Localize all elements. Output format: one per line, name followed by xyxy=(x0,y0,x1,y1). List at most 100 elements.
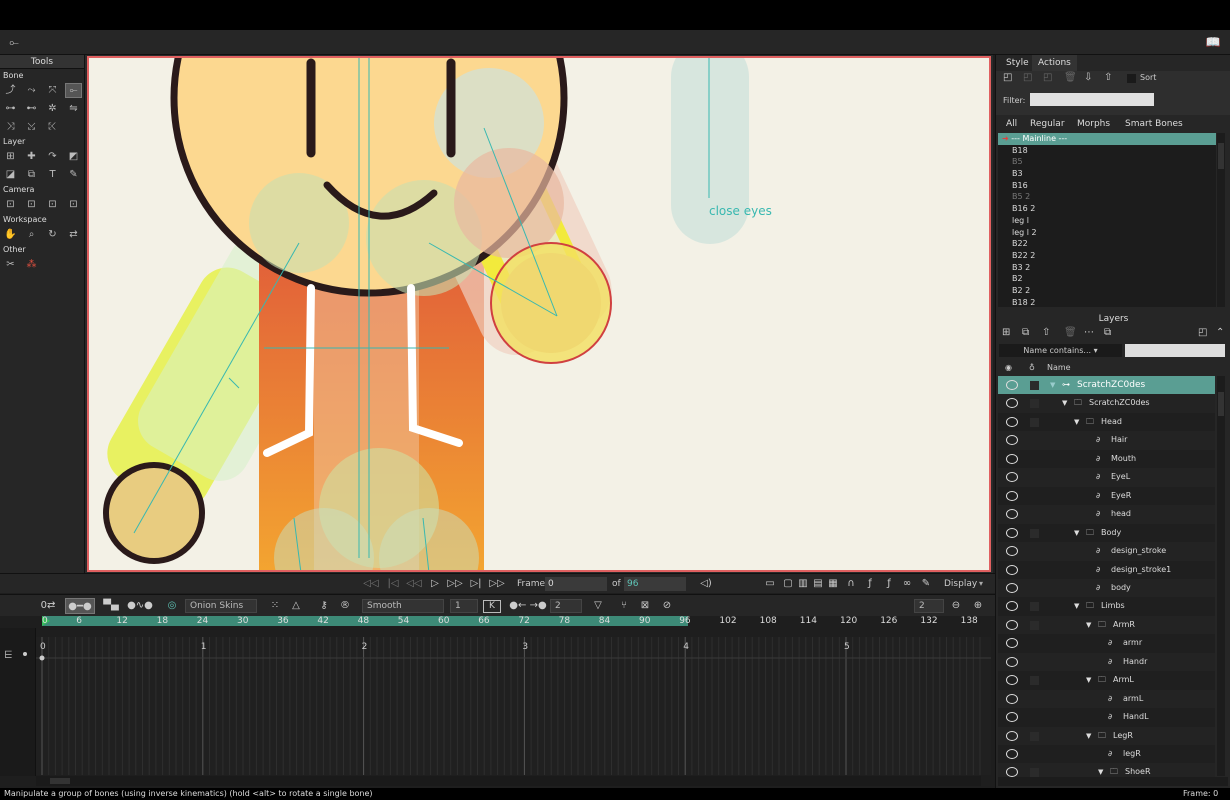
timeline-grid[interactable]: 0 1 2 3 4 5 xyxy=(36,637,991,775)
layer-checkbox[interactable] xyxy=(1030,620,1039,630)
layer-row[interactable]: ▼ 🗀 ArmL xyxy=(998,671,1215,690)
timeline-scrollbar[interactable] xyxy=(36,776,981,786)
particle-layer-icon[interactable]: ⧉ xyxy=(23,167,40,182)
visibility-eye-icon[interactable] xyxy=(1006,693,1018,704)
layout-split-v-icon[interactable]: ▥ xyxy=(795,577,811,591)
mainline-item[interactable]: ➜ --- Mainline --- xyxy=(998,133,1216,145)
layers-scroll-thumb[interactable] xyxy=(1218,392,1224,416)
bone-list-item[interactable]: B5 2 xyxy=(998,191,1216,203)
visibility-eye-icon[interactable] xyxy=(1006,582,1018,593)
bone-tool-icon[interactable]: ⟜ xyxy=(6,35,22,49)
new-action-icon[interactable]: ◰ xyxy=(1003,72,1012,83)
key-icon[interactable]: ⚷ xyxy=(314,598,334,614)
visibility-eye-icon[interactable] xyxy=(1006,749,1018,759)
bone-list-item[interactable]: B18 2 xyxy=(998,297,1216,309)
curves-icon[interactable]: ∩ xyxy=(843,577,859,591)
layer-row[interactable]: ▼ 🗀 LegR xyxy=(998,726,1215,746)
audio-icon[interactable]: ◁) xyxy=(698,577,714,591)
layer-row[interactable]: ▼ 🗀 Head xyxy=(998,412,1215,432)
visibility-eye-icon[interactable] xyxy=(1006,490,1018,501)
tab-style[interactable]: Style xyxy=(1000,55,1035,71)
visibility-eye-icon[interactable] xyxy=(1006,527,1018,538)
shear-layer-icon[interactable]: ◩ xyxy=(65,149,82,164)
visibility-eye-icon[interactable] xyxy=(1006,767,1018,778)
transform-layer-icon[interactable]: ✚ xyxy=(23,149,40,164)
layer-row[interactable]: ∂ body xyxy=(998,578,1215,598)
visibility-eye-icon[interactable] xyxy=(1006,435,1018,446)
layer-row[interactable]: ∂ Hair xyxy=(998,431,1215,450)
filter-input[interactable] xyxy=(1030,93,1154,106)
frame-display-icon[interactable]: ▭ xyxy=(762,577,778,591)
expand-triangle-icon[interactable]: ▼ xyxy=(1074,524,1079,543)
bone-list-item[interactable]: leg l 2 xyxy=(998,227,1216,239)
frame-input[interactable]: 0 xyxy=(545,577,607,591)
next-key-icon[interactable]: ▷| xyxy=(468,577,484,591)
bone-list-item[interactable]: leg l xyxy=(998,215,1216,227)
new-layer-icon[interactable]: ⊞ xyxy=(1002,327,1010,338)
subtab-smart-bones[interactable]: Smart Bones xyxy=(1125,116,1183,132)
timeline-zoom-dropdown[interactable]: 2 xyxy=(914,599,944,613)
play-icon[interactable]: ▷ xyxy=(427,577,443,591)
fx-box-icon[interactable]: ƒ xyxy=(881,577,897,591)
onion-skins-dropdown[interactable]: Onion Skins xyxy=(185,599,257,613)
layer-checkbox[interactable] xyxy=(1030,528,1039,538)
collapse-icon[interactable]: ◰ xyxy=(1198,327,1207,338)
step-back-icon[interactable]: ◁◁ xyxy=(406,577,422,591)
record-icon[interactable]: ® xyxy=(337,598,353,614)
export-action-icon[interactable]: ⇧ xyxy=(1104,72,1112,83)
roll-camera-icon[interactable]: ⊡ xyxy=(44,197,61,212)
pan-tilt-camera-icon[interactable]: ⊡ xyxy=(65,197,82,212)
bone-scroll-thumb[interactable] xyxy=(1218,143,1224,169)
insert-action-icon[interactable]: ⇩ xyxy=(1084,72,1092,83)
bind-layer-icon[interactable]: ⇋ xyxy=(65,101,82,116)
layer-row[interactable]: ▼ 🗀 Limbs xyxy=(998,597,1215,616)
channel-filter-icon[interactable]: ⋿ xyxy=(4,650,13,661)
tab-actions[interactable]: Actions xyxy=(1032,55,1077,71)
help-book-icon[interactable]: 📖 xyxy=(1205,35,1221,49)
layer-checkbox[interactable] xyxy=(1030,399,1039,409)
scroll-thumb[interactable] xyxy=(50,778,70,784)
bone-list-item[interactable]: B3 xyxy=(998,168,1216,180)
subtab-regular[interactable]: Regular xyxy=(1030,116,1065,132)
bone-list-item[interactable]: B22 xyxy=(998,238,1216,250)
text-tool-icon[interactable]: T xyxy=(44,167,61,182)
end-frame-input[interactable]: 96 xyxy=(624,577,686,591)
copy-layer-icon[interactable]: ⇧ xyxy=(1042,327,1050,338)
scale-bone-icon[interactable]: ⤧ xyxy=(44,83,61,98)
onion-skin-icon[interactable]: ◎ xyxy=(163,598,181,614)
expand-triangle-icon[interactable]: ▼ xyxy=(1062,394,1067,413)
visibility-eye-icon[interactable] xyxy=(1006,398,1018,409)
visibility-eye-icon[interactable] xyxy=(1006,638,1018,649)
grid-dots-icon[interactable]: ⁙ xyxy=(266,598,284,614)
layer-row[interactable]: ∂ armr xyxy=(998,634,1215,653)
offset-bone-icon[interactable]: ⤩ xyxy=(23,119,40,134)
expand-triangle-icon[interactable]: ▼ xyxy=(1074,413,1079,432)
pin-icon[interactable]: ▽ xyxy=(590,598,606,614)
scatter-dots-icon[interactable]: ⁂ xyxy=(23,257,40,272)
rotate-workspace-icon[interactable]: ↻ xyxy=(44,227,61,242)
layer-row[interactable]: ∂ EyeL xyxy=(998,468,1215,487)
layer-checkbox[interactable] xyxy=(1030,731,1039,741)
display-dropdown[interactable]: Display xyxy=(944,577,977,591)
zoom-camera-icon[interactable]: ⊡ xyxy=(23,197,40,212)
keyframe-step-icon[interactable]: ▀▄ xyxy=(99,598,123,614)
layer-row[interactable]: ∂ Mouth xyxy=(998,449,1215,469)
zoom-in-icon[interactable]: ⊕ xyxy=(969,598,987,614)
loop-toggle-icon[interactable]: 0⇄ xyxy=(38,598,58,614)
reparent-bone-icon[interactable]: ⊷ xyxy=(23,101,40,116)
keyframe-linear-icon[interactable]: ●━● xyxy=(65,598,95,614)
visibility-eye-icon[interactable] xyxy=(1006,546,1018,557)
bone-action-list[interactable]: ➜ --- Mainline --- B18 B5 B3 B16 B5 2 B16 2 le… xyxy=(998,133,1216,307)
keys-count-dropdown[interactable]: 1 xyxy=(450,599,478,613)
track-camera-icon[interactable]: ⊡ xyxy=(2,197,19,212)
rotate-layer-icon[interactable]: ↷ xyxy=(44,149,61,164)
layer-checkbox[interactable] xyxy=(1030,676,1039,686)
step-forward-icon[interactable]: ▷▷ xyxy=(447,577,463,591)
bone-list-item[interactable]: B3 2 xyxy=(998,262,1216,274)
switch-layer-icon[interactable]: ◪ xyxy=(2,167,19,182)
keyframe-dot[interactable] xyxy=(39,655,45,661)
translate-bone-icon[interactable]: ⤳ xyxy=(23,83,40,98)
more-options-icon[interactable]: ⋯ xyxy=(1084,327,1094,338)
bone-physics-icon[interactable]: ⤪ xyxy=(44,119,61,134)
add-bone-icon[interactable]: ⊶ xyxy=(2,101,19,116)
